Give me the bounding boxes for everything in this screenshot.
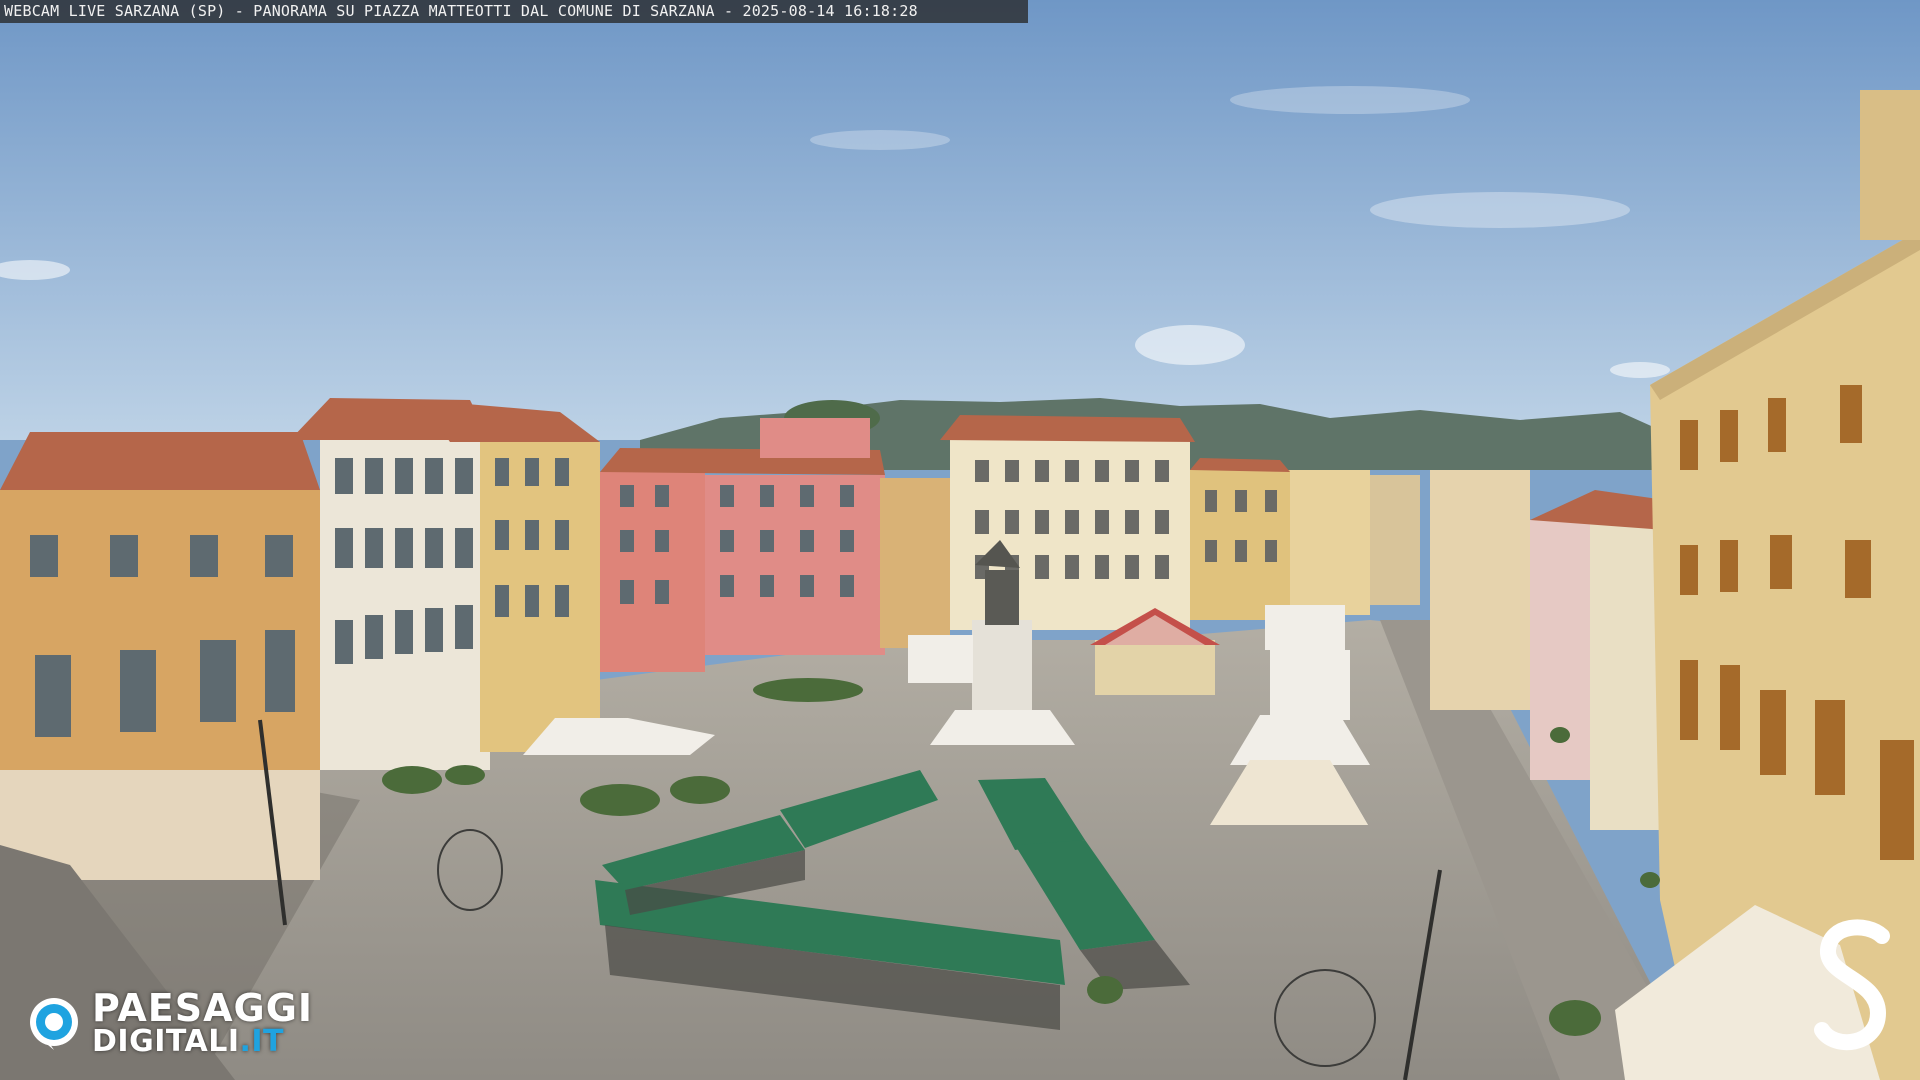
logo-brand-name: DIGITALI [92,1024,240,1059]
webcam-caption: WEBCAM LIVE SARZANA (SP) - PANORAMA SU P… [4,2,918,20]
logo-brand-suffix: .IT [239,1024,285,1059]
logo-brand-line2: DIGITALI.IT [92,1024,284,1059]
webcam-panorama [0,0,1920,1080]
corner-s-logo [1814,919,1890,1051]
webcam-caption-bar: WEBCAM LIVE SARZANA (SP) - PANORAMA SU P… [0,0,1028,23]
eye-logo-icon [30,998,78,1050]
paesaggi-digitali-logo: PAESAGGI DIGITALI.IT [26,986,346,1060]
